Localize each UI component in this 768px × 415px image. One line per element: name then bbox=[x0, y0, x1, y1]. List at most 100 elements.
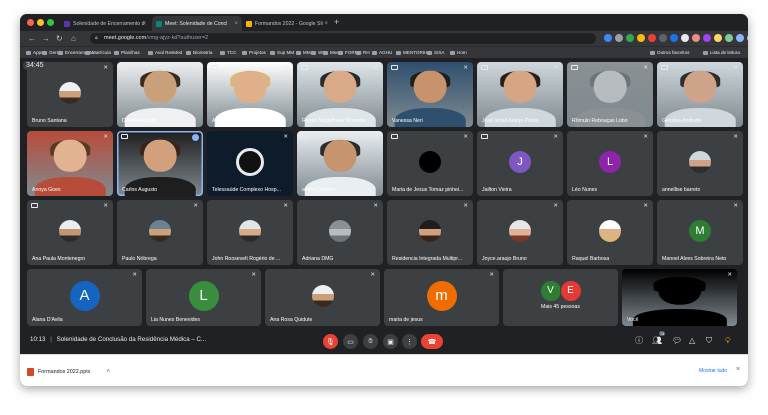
mic-off-icon: ✕ bbox=[733, 203, 738, 209]
end-call-button[interactable]: ☎ bbox=[421, 334, 443, 349]
participant-tile[interactable]: ✕ Adriana DMG bbox=[297, 200, 383, 265]
participant-tile[interactable]: ✕ Annya Goes bbox=[27, 131, 113, 196]
participant-tile[interactable]: ✕ Joyce.araujo Bruno bbox=[477, 200, 563, 265]
bookmark-9[interactable]: Sup MM bbox=[270, 47, 294, 58]
participant-tile[interactable]: m ✕ maria de jesus bbox=[384, 269, 499, 326]
participant-tile[interactable]: ✕ Daniella Castro bbox=[117, 62, 203, 127]
extension-icon[interactable] bbox=[615, 34, 623, 42]
extension-icon[interactable] bbox=[725, 34, 733, 42]
activities-icon[interactable]: △ bbox=[689, 336, 695, 346]
participant-tile[interactable]: ✕ Renan Magalhaes Montene... bbox=[297, 62, 383, 127]
extension-icon[interactable] bbox=[604, 34, 612, 42]
extension-icon[interactable] bbox=[692, 34, 700, 42]
bookmark-7[interactable]: TCC bbox=[220, 47, 236, 58]
minimize-window-button[interactable] bbox=[37, 19, 44, 26]
home-icon[interactable]: ⌂ bbox=[71, 33, 76, 44]
info-icon[interactable]: ⓘ bbox=[635, 336, 643, 346]
other-bookmarks[interactable]: Outros favoritos bbox=[650, 47, 689, 58]
participant-tile[interactable]: L ✕ Lia Nunes Benevides bbox=[146, 269, 261, 326]
bookmark-14[interactable]: RH bbox=[356, 47, 370, 58]
participant-tile[interactable]: ✕ Paulo Nóbrega bbox=[117, 200, 203, 265]
extension-icon[interactable] bbox=[637, 34, 645, 42]
bookmark-3[interactable]: Matrícula bbox=[85, 47, 111, 58]
participant-tile[interactable]: V E Mais 45 pessoas bbox=[503, 269, 618, 326]
people-icon[interactable]: 👥︎ bbox=[652, 336, 662, 346]
bookmark-10[interactable]: MM bbox=[296, 47, 311, 58]
bookmark-8[interactable]: Projetos bbox=[242, 47, 266, 58]
reload-icon[interactable]: ↻ bbox=[56, 33, 63, 44]
forward-icon[interactable]: → bbox=[42, 33, 50, 44]
bookmark-6[interactable]: Biometria bbox=[186, 47, 212, 58]
tab-formandos[interactable]: Formandos 2022 - Google Sli × bbox=[242, 16, 332, 31]
download-filename: Formandos 2022.pptx bbox=[38, 369, 91, 375]
bookmark-0[interactable]: Apps bbox=[26, 47, 43, 58]
participant-tile[interactable]: ✕ Bruno Santana bbox=[27, 62, 113, 127]
bookmark-17[interactable]: SISA bbox=[427, 47, 444, 58]
participant-tile[interactable]: L ✕ Léo Nunes bbox=[567, 131, 653, 196]
participant-tile[interactable]: ✕ Maria de Jesus Tomaz pinhei... bbox=[387, 131, 473, 196]
participant-tile[interactable]: ✕ Andrea Nogueira bbox=[207, 62, 293, 127]
mic-off-icon: ✕ bbox=[103, 134, 108, 140]
close-icon[interactable]: × bbox=[234, 21, 238, 27]
camera-button[interactable]: ▭ bbox=[343, 334, 358, 349]
reading-list[interactable]: Lista de leitura bbox=[703, 47, 740, 58]
participant-tile[interactable]: J ✕ Jailton Vieira bbox=[477, 131, 563, 196]
participant-tile[interactable]: ✕ Rômulo Rebouças Lobo bbox=[567, 62, 653, 127]
chevron-up-icon[interactable]: ˄ bbox=[106, 369, 110, 375]
mic-off-button[interactable]: 🎙︎ bbox=[323, 334, 338, 349]
extension-icon[interactable] bbox=[626, 34, 634, 42]
participant-tile[interactable]: ✕ John Roosevelt Rogério de ... bbox=[207, 200, 293, 265]
participant-tile[interactable]: ✕ Gessika Andrade bbox=[657, 62, 743, 127]
participant-tile[interactable]: A ✕ Alana D'Avila bbox=[27, 269, 142, 326]
participant-tile[interactable]: ✕ Ana Paula Montenegro bbox=[27, 200, 113, 265]
show-all-link[interactable]: Mostrar tudo bbox=[699, 368, 727, 374]
participant-tile[interactable]: ✕ Ana Rosa Quidute bbox=[265, 269, 380, 326]
back-icon[interactable]: ← bbox=[28, 33, 36, 44]
close-icon[interactable]: × bbox=[142, 21, 146, 27]
participant-avatar bbox=[329, 219, 351, 242]
bookmark-5[interactable]: Aval ResMed bbox=[148, 47, 182, 58]
participant-name: Adriana DMG bbox=[302, 256, 334, 262]
participant-tile[interactable]: ✕ Telessaúde Complexo Hosp... bbox=[207, 131, 293, 196]
close-icon[interactable]: × bbox=[736, 366, 740, 373]
extension-icon[interactable] bbox=[714, 34, 722, 42]
participant-tile[interactable]: ✕ Você bbox=[622, 269, 737, 326]
close-window-button[interactable] bbox=[27, 19, 34, 26]
profile-avatar[interactable] bbox=[736, 34, 744, 42]
participant-avatar bbox=[419, 150, 441, 173]
tab-solenidade[interactable]: Solenidade de Encerramento d × bbox=[60, 16, 150, 31]
bookmark-18[interactable]: Hom bbox=[450, 47, 467, 58]
extension-icon[interactable] bbox=[703, 34, 711, 42]
close-icon[interactable]: × bbox=[324, 21, 328, 27]
bookmark-16[interactable]: MENTORIH... bbox=[396, 47, 431, 58]
participant-tile[interactable]: ✕ Residencia Integrada Multipr... bbox=[387, 200, 473, 265]
extension-icon[interactable] bbox=[659, 34, 667, 42]
bookmark-4[interactable]: Planilhas bbox=[114, 47, 140, 58]
participant-tile[interactable]: ✕ airtes Caroline bbox=[297, 131, 383, 196]
participant-tile[interactable]: ✕ annellise barreto bbox=[657, 131, 743, 196]
extension-icon[interactable] bbox=[648, 34, 656, 42]
extension-icon[interactable] bbox=[670, 34, 678, 42]
participant-avatar bbox=[509, 219, 531, 242]
extension-icon[interactable] bbox=[681, 34, 689, 42]
participant-tile[interactable]: ✕ Raquel Barbosa bbox=[567, 200, 653, 265]
lightbulb-icon[interactable]: 💡︎ bbox=[725, 336, 731, 346]
address-bar[interactable]: 🔒︎ meet.google.com/vmg-ajyz-kd?authuser=… bbox=[90, 33, 596, 44]
menu-icon[interactable] bbox=[747, 34, 748, 42]
maximize-window-button[interactable] bbox=[47, 19, 54, 26]
more-options-button[interactable]: ⋮ bbox=[402, 334, 417, 349]
participant-face bbox=[593, 70, 627, 103]
participant-tile[interactable]: Carlos Augusto bbox=[117, 131, 203, 196]
host-controls-icon[interactable]: ⛉ bbox=[706, 336, 712, 346]
tab-meet[interactable]: Meet: Solenidade de Concl × bbox=[152, 16, 242, 31]
present-button[interactable]: ▣ bbox=[383, 334, 398, 349]
participant-tile[interactable]: ✕ José Israel Araújo Ponte bbox=[477, 62, 563, 127]
download-item[interactable]: Formandos 2022.pptx ˄ bbox=[27, 368, 110, 376]
participant-tile[interactable]: M ✕ Manoel Alves Sobreira Neto bbox=[657, 200, 743, 265]
raise-hand-button[interactable]: ✋︎ bbox=[363, 334, 378, 349]
participant-tile[interactable]: ✕ Vanessa Neri bbox=[387, 62, 473, 127]
bookmark-15[interactable]: AGHU bbox=[372, 47, 392, 58]
new-tab-button[interactable]: + bbox=[334, 17, 339, 27]
chat-icon[interactable]: 💬︎ bbox=[672, 336, 682, 346]
bookmark-icon bbox=[85, 50, 90, 55]
